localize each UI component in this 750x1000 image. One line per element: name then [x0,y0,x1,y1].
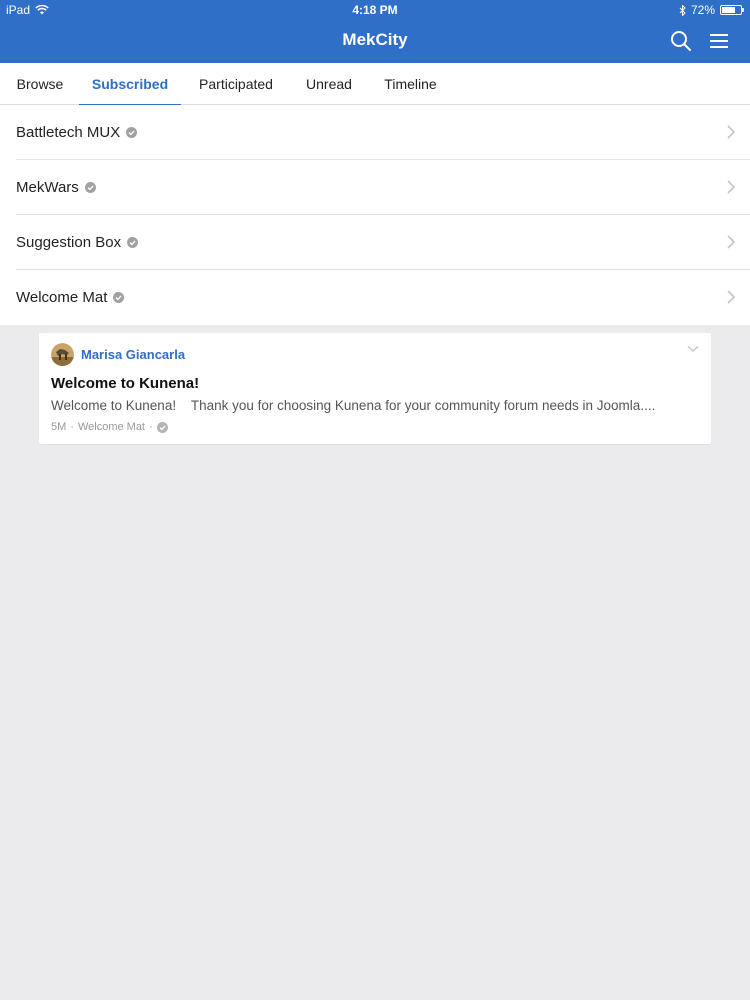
chevron-down-icon[interactable] [687,345,699,353]
post-age: 5M [51,421,67,433]
battery-percent: 72% [690,3,715,17]
forum-name: Battletech MUX [16,124,121,141]
chevron-right-icon [727,290,736,304]
post-meta: 5M · Welcome Mat · [51,421,168,433]
post-author[interactable]: Marisa Giancarla [81,347,185,362]
status-right: 72% [679,0,744,20]
chevron-right-icon [727,180,736,194]
search-icon[interactable] [670,30,692,52]
forum-name: Welcome Mat [16,289,108,306]
chevron-right-icon [727,235,736,249]
status-bar: iPad 4:18 PM 72% [0,0,750,20]
post-excerpt: Welcome to Kunena! Thank you for choosin… [51,398,656,413]
subscribed-check-icon [113,292,125,303]
forum-item-battletech-mux[interactable]: Battletech MUX [0,105,750,160]
forum-item-mekwars[interactable]: MekWars [0,160,750,215]
battery-fill [722,7,735,13]
forum-name-wrap: Suggestion Box [16,215,139,270]
status-time: 4:18 PM [352,3,398,17]
post-forum: Welcome Mat [77,421,145,433]
forum-name-wrap: Welcome Mat [16,270,125,325]
forum-name-wrap: MekWars [16,160,96,215]
subscribed-check-icon [84,182,96,193]
app-header: iPad 4:18 PM 72% MekCity [0,0,750,63]
post-title[interactable]: Welcome to Kunena! [51,375,199,392]
meta-separator: · [149,421,153,433]
tab-timeline[interactable]: Timeline [383,63,438,104]
page-title: MekCity [342,30,408,49]
subscribed-check-icon [127,237,139,248]
post-card[interactable]: Marisa Giancarla Welcome to Kunena! Welc… [39,333,711,444]
battery-icon [720,5,744,15]
tab-unread[interactable]: Unread [305,63,353,104]
bluetooth-icon [679,4,686,16]
forum-name-wrap: Battletech MUX [16,105,138,160]
tab-participated[interactable]: Participated [197,63,275,104]
avatar[interactable] [51,343,74,366]
subscribed-check-icon [126,127,138,138]
subscribed-check-icon [156,421,168,433]
chevron-right-icon [727,125,736,139]
meta-separator: · [70,421,74,433]
forum-item-welcome-mat[interactable]: Welcome Mat [0,270,750,325]
tab-bar: Browse Subscribed Participated Unread Ti… [0,63,750,106]
tab-subscribed[interactable]: Subscribed [79,63,181,106]
forum-item-suggestion-box[interactable]: Suggestion Box [0,215,750,270]
tab-browse[interactable]: Browse [16,63,64,104]
header-actions [670,30,730,52]
forum-name: MekWars [16,179,79,196]
forum-list: Battletech MUX MekWars Suggestion Box We… [0,105,750,325]
forum-name: Suggestion Box [16,234,122,251]
hamburger-menu-icon[interactable] [708,30,730,52]
